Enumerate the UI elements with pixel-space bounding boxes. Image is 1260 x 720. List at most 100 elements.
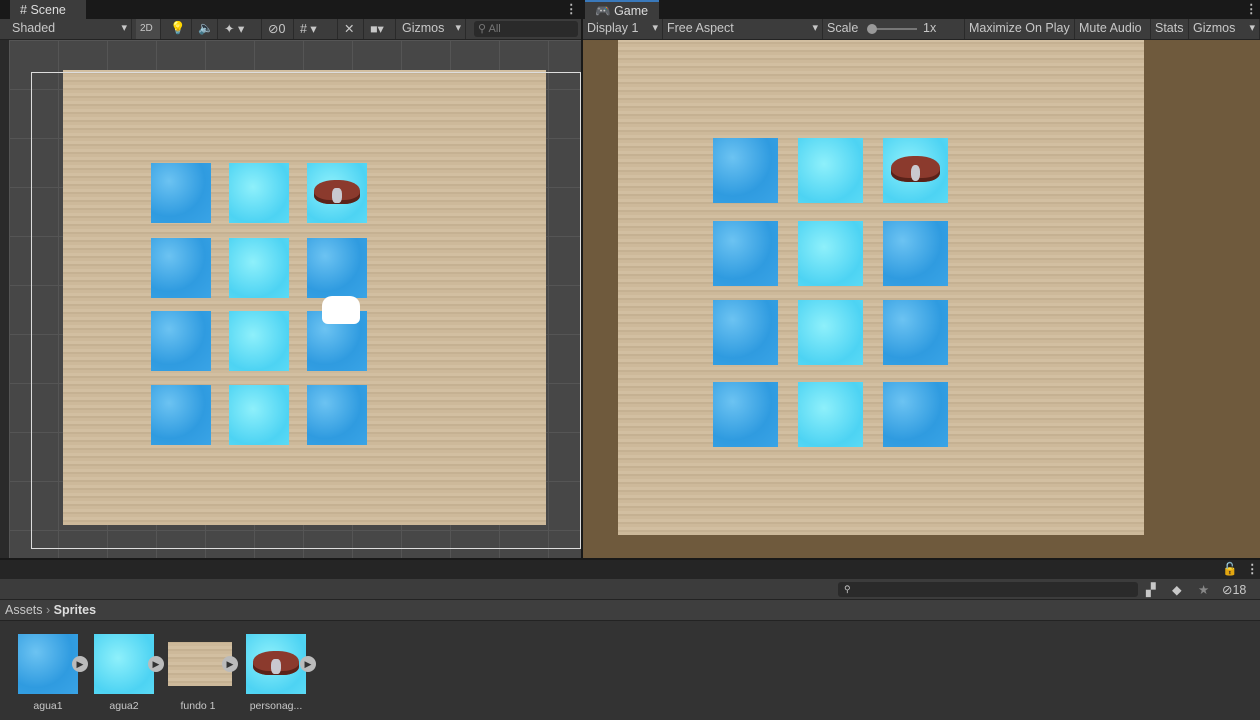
game-tile-agua1[interactable] (713, 382, 778, 447)
scene-tabbar: # Scene ⋮ (0, 0, 581, 19)
scene-left-edge (0, 40, 9, 558)
game-toolbar: Display 1 Free Aspect Scale 1x Maximize … (583, 19, 1260, 40)
game-tile-personagem[interactable] (883, 138, 948, 203)
game-tile-agua1[interactable] (713, 300, 778, 365)
scene-tile-agua2[interactable] (229, 385, 289, 445)
asset-label: agua2 (109, 700, 139, 712)
scene-tile-agua1[interactable] (151, 163, 211, 223)
hidden-objects-toggle[interactable]: ⊘0 (264, 19, 294, 39)
scene-menu-icon[interactable]: ⋮ (565, 1, 578, 16)
asset-thumbnail[interactable] (246, 634, 306, 694)
eye-slash-icon: ⊘ (268, 22, 279, 36)
tab-scene[interactable]: # Scene (10, 0, 86, 19)
game-tile-agua1[interactable] (713, 138, 778, 203)
tab-game-label: Game (614, 4, 649, 18)
asset-item[interactable]: ▶ fundo 1 (168, 634, 238, 712)
scene-toolbar: Shaded 2D 💡 🔈 ✦ ▾ ⊘0 # ▾ ✕ ■▾ Gizmos ⚲ A… (0, 19, 581, 40)
scale-slider[interactable]: Scale 1x (823, 19, 965, 39)
audio-icon[interactable]: 🔈 (194, 19, 218, 39)
display-dropdown[interactable]: Display 1 (583, 19, 663, 39)
expand-play-icon[interactable]: ▶ (300, 656, 316, 672)
game-tile-agua2[interactable] (798, 300, 863, 365)
game-tile-agua2[interactable] (798, 138, 863, 203)
breadcrumb-sprites[interactable]: Sprites (54, 603, 96, 617)
expand-play-icon[interactable]: ▶ (222, 656, 238, 672)
scene-view[interactable] (9, 40, 581, 558)
game-tile-agua1[interactable] (883, 382, 948, 447)
scene-tile-agua1[interactable] (307, 385, 367, 445)
camera-dropdown[interactable]: ■▾ (366, 19, 396, 39)
lighting-icon[interactable]: 💡 (166, 19, 192, 39)
eye-slash-icon: ⊘ (1222, 583, 1233, 597)
effects-icon[interactable]: ✦ ▾ (220, 19, 262, 39)
game-tile-agua2[interactable] (798, 382, 863, 447)
lock-icon[interactable]: 🔓 (1222, 562, 1238, 577)
2d-toggle[interactable]: 2D (136, 19, 161, 39)
project-search-input[interactable]: ⚲ (838, 582, 1138, 597)
search-icon: ⚲ (478, 23, 489, 35)
tools-icon[interactable]: ✕ (340, 19, 364, 39)
hidden-packages-count: 18 (1232, 583, 1247, 597)
expand-play-icon[interactable]: ▶ (72, 656, 88, 672)
game-tile-agua2[interactable] (798, 221, 863, 286)
crab-character-sprite (253, 650, 299, 675)
scale-track (871, 28, 917, 30)
camera-gizmo-icon[interactable] (322, 296, 360, 324)
chevron-right-icon: › (46, 603, 54, 617)
tab-scene-label: Scene (30, 3, 66, 17)
breadcrumb: Assets › Sprites (0, 600, 1260, 621)
project-toolbar: ⚲ ▞ ◆ ★ ⊘18 (0, 579, 1260, 600)
scene-tile-agua2[interactable] (229, 238, 289, 298)
game-tile-agua1[interactable] (883, 221, 948, 286)
tab-game[interactable]: 🎮 Game (585, 0, 659, 19)
crab-character-sprite (314, 179, 360, 204)
project-menu-icon[interactable]: ⋮ (1246, 561, 1259, 576)
game-tabbar: 🎮 Game ⋮ (583, 0, 1260, 19)
expand-play-icon[interactable]: ▶ (148, 656, 164, 672)
asset-thumbnail[interactable] (18, 634, 78, 694)
hidden-count: 0 (278, 22, 286, 36)
game-tile-agua1[interactable] (713, 221, 778, 286)
mute-audio-toggle[interactable]: Mute Audio (1075, 19, 1151, 39)
camera-frame (31, 72, 581, 549)
label-icon[interactable]: ◆ (1172, 582, 1182, 597)
asset-label: fundo 1 (180, 700, 216, 712)
stats-toggle[interactable]: Stats (1151, 19, 1189, 39)
gizmos-dropdown[interactable]: Gizmos (398, 19, 466, 39)
search-placeholder: All (488, 23, 501, 35)
game-tile-agua1[interactable] (883, 300, 948, 365)
asset-thumbnail[interactable] (94, 634, 154, 694)
game-gizmos-dropdown[interactable]: Gizmos (1189, 19, 1260, 39)
asset-item[interactable]: ▶ personag... (246, 634, 316, 712)
filter-type-icon[interactable]: ▞ (1146, 582, 1156, 597)
grid-icon: # (20, 3, 27, 17)
scene-search-input[interactable]: ⚲ All (474, 21, 578, 37)
aspect-dropdown[interactable]: Free Aspect (663, 19, 823, 39)
scene-tile-agua1[interactable] (151, 385, 211, 445)
breadcrumb-assets[interactable]: Assets (5, 603, 43, 617)
game-background-sprite (618, 40, 1144, 535)
asset-item[interactable]: ▶ agua2 (94, 634, 164, 712)
maximize-on-play-toggle[interactable]: Maximize On Play (965, 19, 1075, 39)
scene-tile-agua1[interactable] (307, 238, 367, 298)
scale-handle[interactable] (867, 24, 877, 34)
scene-tile-personagem[interactable] (307, 163, 367, 223)
search-icon: ⚲ (844, 584, 851, 594)
scene-tile-agua2[interactable] (229, 311, 289, 371)
gamepad-icon: 🎮 (595, 4, 611, 18)
game-menu-icon[interactable]: ⋮ (1245, 1, 1258, 16)
crab-character-sprite (890, 156, 941, 183)
hidden-packages-toggle[interactable]: ⊘18 (1222, 582, 1246, 597)
scale-label: Scale (827, 21, 859, 35)
scale-value: 1x (923, 21, 937, 35)
asset-label: agua1 (33, 700, 63, 712)
game-view[interactable] (583, 40, 1260, 558)
grid-snap-icon[interactable]: # ▾ (296, 19, 338, 39)
scene-tile-agua1[interactable] (151, 238, 211, 298)
project-tabbar: 🔓 ⋮ (0, 560, 1260, 579)
scene-tile-agua2[interactable] (229, 163, 289, 223)
favorite-star-icon[interactable]: ★ (1198, 582, 1209, 597)
scene-tile-agua1[interactable] (151, 311, 211, 371)
asset-item[interactable]: ▶ agua1 (18, 634, 88, 712)
shading-mode-dropdown[interactable]: Shaded (8, 19, 132, 39)
